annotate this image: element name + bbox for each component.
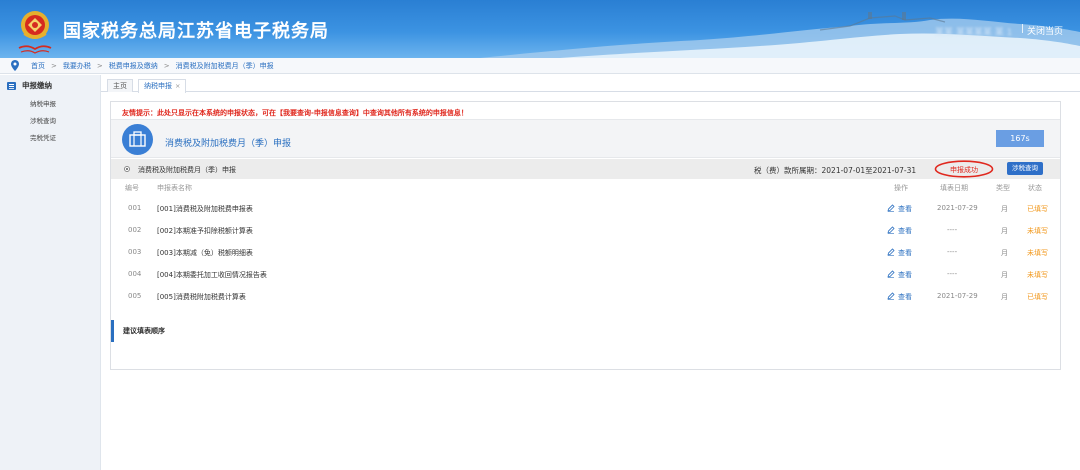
edit-icon: [887, 270, 895, 278]
view-label: 查看: [898, 205, 912, 213]
breadcrumb: 首页 > 我要办税 > 税费申报及缴纳 > 消费税及附加税费月（季）申报: [31, 61, 274, 71]
column-header-date: 填表日期: [940, 184, 968, 192]
breadcrumb-declaration-payment[interactable]: 税费申报及缴纳: [109, 62, 158, 70]
view-link[interactable]: 查看: [887, 226, 912, 236]
fill-date: ----: [947, 270, 958, 278]
form-header: 消费税及附加税费月（季）申报 167s: [111, 119, 1060, 158]
user-name: 某某 某某某某 某 1: [935, 28, 1013, 38]
section-title: 消费税及附加税费月（季）申报: [138, 166, 236, 174]
header-separator: |: [1021, 24, 1025, 34]
breadcrumb-bar: 首页 > 我要办税 > 税费申报及缴纳 > 消费税及附加税费月（季）申报: [0, 58, 1080, 74]
form-name: [005]消费税附加税费计算表: [157, 293, 246, 301]
top-header: 国家税务总局江苏省电子税务局 某某 某某某某 某 1 | 关闭当页: [0, 0, 1080, 58]
form-type: 月: [1001, 293, 1008, 301]
row-number: 002: [128, 226, 142, 234]
tab-home[interactable]: 主页: [107, 79, 133, 92]
breadcrumb-tax-affairs[interactable]: 我要办税: [63, 62, 91, 70]
edit-icon: [887, 292, 895, 300]
tab-label: 主页: [113, 82, 127, 90]
fill-date: 2021-07-29: [937, 204, 978, 212]
view-label: 查看: [898, 293, 912, 301]
briefcase-icon: [122, 124, 153, 155]
tax-query-button[interactable]: 涉税查询: [1007, 162, 1043, 175]
section-header: 消费税及附加税费月（季）申报 税（费）款所属期：2021-07-01至2021-…: [111, 159, 1060, 179]
view-link[interactable]: 查看: [887, 292, 912, 302]
form-status: 未填写: [1027, 249, 1048, 257]
fill-date: ----: [947, 248, 958, 256]
column-header-type: 类型: [996, 184, 1010, 192]
column-header-name: 申报表名称: [157, 184, 192, 192]
view-link[interactable]: 查看: [887, 270, 912, 280]
form-type: 月: [1001, 205, 1008, 213]
tax-period: 税（费）款所属期：2021-07-01至2021-07-31: [754, 166, 917, 175]
location-pin-icon: [11, 60, 19, 71]
form-name: [001]消费税及附加税费申报表: [157, 205, 253, 213]
form-type: 月: [1001, 227, 1008, 235]
table-row: 004 [004]本期委托加工收回情况报告表 查看 ---- 月 未填写: [111, 270, 1060, 292]
column-header-operation: 操作: [894, 184, 908, 192]
notice-tip: 友情提示：此处只显示在本系统的申报状态，可在【我要查询-申报信息查询】中查询其他…: [122, 109, 468, 117]
fill-order-title: 建议填表顺序: [123, 327, 165, 335]
sidebar-section-header[interactable]: 申报缴纳: [7, 80, 52, 91]
site-title: 国家税务总局江苏省电子税务局: [63, 21, 329, 42]
tab-bar: 主页 纳税申报 ×: [101, 75, 1080, 93]
form-status: 已填写: [1027, 205, 1048, 213]
form-type: 月: [1001, 249, 1008, 257]
sidebar: 申报缴纳 纳税申报 涉税查询 完税凭证: [0, 75, 101, 470]
view-label: 查看: [898, 249, 912, 257]
sidebar-item-tax-declaration[interactable]: 纳税申报: [30, 98, 56, 108]
close-tab-icon[interactable]: ×: [175, 82, 180, 90]
tab-tax-declaration[interactable]: 纳税申报 ×: [138, 79, 187, 93]
close-page-link[interactable]: 关闭当页: [1027, 24, 1063, 37]
row-number: 003: [128, 248, 142, 256]
edit-icon: [887, 248, 895, 256]
row-number: 005: [128, 292, 142, 300]
fill-order-section: 建议填表顺序: [111, 320, 165, 342]
form-status: 未填写: [1027, 271, 1048, 279]
column-header-status: 状态: [1028, 184, 1042, 192]
form-status: 已填写: [1027, 293, 1048, 301]
fill-date: 2021-07-29: [937, 292, 978, 300]
row-number: 001: [128, 204, 142, 212]
row-number: 004: [128, 270, 142, 278]
form-name: [003]本期减（免）税额明细表: [157, 249, 253, 257]
form-status: 未填写: [1027, 227, 1048, 235]
form-name: [002]本期准予扣除税额计算表: [157, 227, 253, 235]
edit-icon: [887, 226, 895, 234]
breadcrumb-home[interactable]: 首页: [31, 62, 45, 70]
table-row: 002 [002]本期准予扣除税额计算表 查看 ---- 月 未填写: [111, 226, 1060, 248]
view-link[interactable]: 查看: [887, 204, 912, 214]
table-row: 005 [005]消费税附加税费计算表 查看 2021-07-29 月 已填写: [111, 292, 1060, 314]
status-text: 申报成功: [950, 166, 978, 174]
table-row: 001 [001]消费税及附加税费申报表 查看 2021-07-29 月 已填写: [111, 204, 1060, 226]
sidebar-item-tax-query[interactable]: 涉税查询: [30, 115, 56, 125]
sidebar-item-tax-certificate[interactable]: 完税凭证: [30, 132, 56, 142]
view-link[interactable]: 查看: [887, 248, 912, 258]
session-timer: 167s: [996, 130, 1044, 147]
view-label: 查看: [898, 227, 912, 235]
form-title: 消费税及附加税费月（季）申报: [165, 139, 292, 149]
breadcrumb-separator: >: [51, 62, 57, 70]
breadcrumb-separator: >: [163, 62, 170, 70]
tab-label: 纳税申报: [144, 82, 172, 90]
table-row: 003 [003]本期减（免）税额明细表 查看 ---- 月 未填写: [111, 248, 1060, 270]
declaration-panel: 友情提示：此处只显示在本系统的申报状态，可在【我要查询-申报信息查询】中查询其他…: [110, 101, 1061, 370]
breadcrumb-separator: >: [96, 62, 103, 70]
radio-icon[interactable]: [124, 166, 130, 172]
emblem-icon: [18, 11, 52, 54]
breadcrumb-current[interactable]: 消费税及附加税费月（季）申报: [176, 62, 274, 70]
edit-icon: [887, 204, 895, 212]
form-name: [004]本期委托加工收回情况报告表: [157, 271, 267, 279]
menu-icon: [7, 81, 16, 90]
sidebar-section-title: 申报缴纳: [22, 81, 52, 90]
status-badge: 申报成功: [934, 160, 994, 178]
column-header-no: 编号: [125, 184, 139, 192]
form-type: 月: [1001, 271, 1008, 279]
view-label: 查看: [898, 271, 912, 279]
fill-date: ----: [947, 226, 958, 234]
